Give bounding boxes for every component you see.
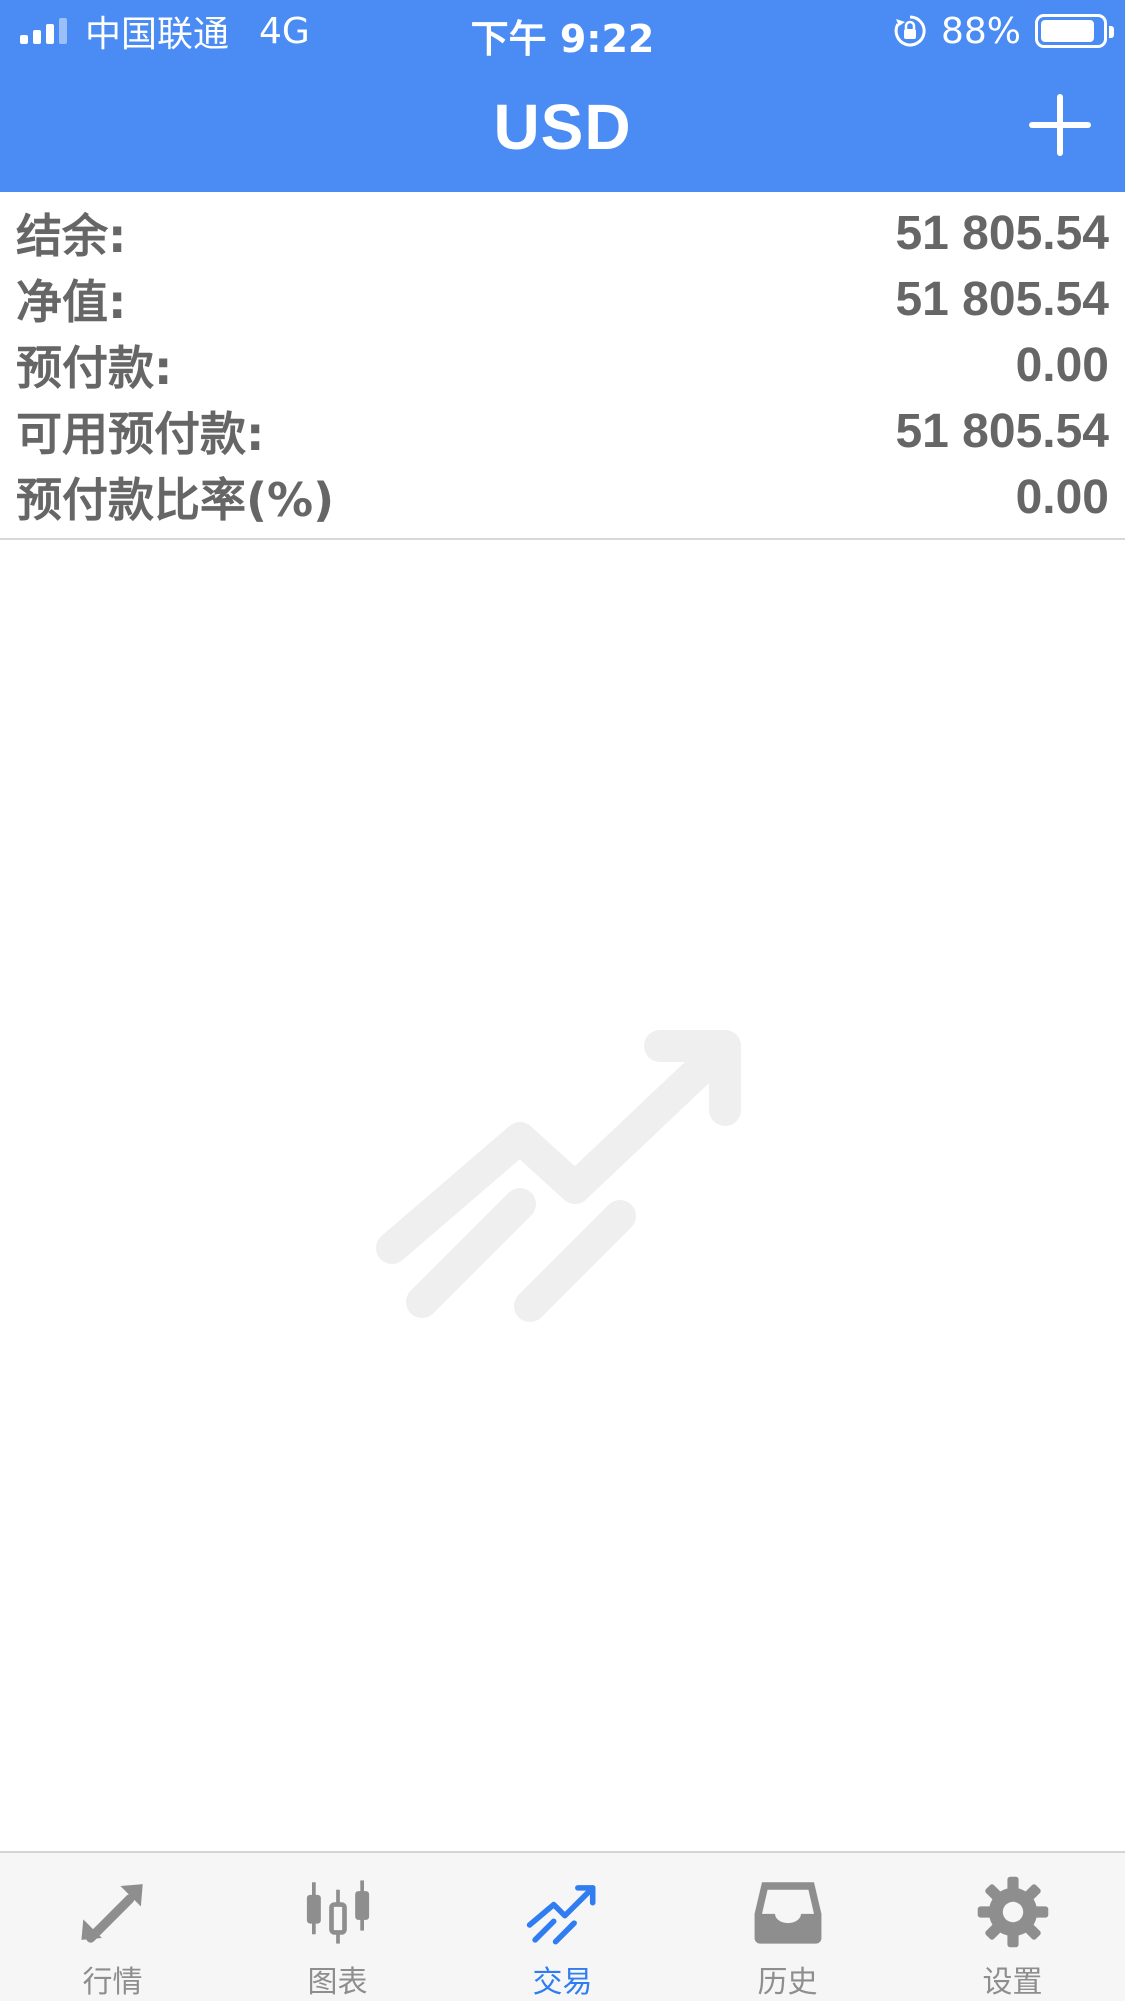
trade-icon	[526, 1885, 596, 1945]
tab-quotes[interactable]: 行情	[0, 1853, 225, 2001]
tab-trade[interactable]: 交易	[450, 1853, 675, 2001]
plus-icon	[1029, 94, 1091, 156]
tab-chart-label: 图表	[307, 1965, 368, 2000]
orientation-lock-icon	[894, 15, 926, 47]
margin-row: 预付款: 0.00	[0, 332, 1125, 398]
tab-history-label: 历史	[757, 1965, 818, 2000]
tab-bar: 行情 图表 交易 历史 设置	[0, 1851, 1125, 2001]
free-margin-value: 51 805.54	[895, 404, 1109, 458]
settings-icon	[977, 1876, 1048, 1948]
margin-label: 预付款:	[16, 341, 173, 395]
battery-icon	[1035, 14, 1114, 48]
margin-level-label: 预付款比率(%)	[16, 473, 335, 527]
battery-level	[1041, 20, 1094, 42]
tab-history[interactable]: 历史	[675, 1853, 900, 2001]
margin-level-value: 0.00	[1015, 470, 1109, 524]
tab-settings[interactable]: 设置	[900, 1853, 1125, 2001]
header: 中国联通 4G 下午 9:22 88% USD	[0, 0, 1125, 192]
tab-quotes-label: 行情	[82, 1965, 143, 2000]
balance-label: 结余:	[16, 209, 127, 263]
free-margin-row: 可用预付款: 51 805.54	[0, 398, 1125, 464]
add-order-button[interactable]	[1025, 90, 1095, 160]
quotes-icon	[80, 1884, 143, 1943]
page-title: USD	[493, 91, 632, 163]
tab-trade-label: 交易	[532, 1965, 593, 2000]
history-icon	[754, 1882, 821, 1944]
equity-label: 净值:	[16, 275, 127, 329]
balance-value: 51 805.54	[895, 206, 1109, 260]
tab-chart[interactable]: 图表	[225, 1853, 450, 2001]
free-margin-label: 可用预付款:	[16, 407, 265, 461]
equity-value: 51 805.54	[895, 272, 1109, 326]
tab-settings-label: 设置	[982, 1965, 1043, 2000]
nav-bar: USD	[0, 62, 1125, 192]
chart-icon	[306, 1880, 369, 1944]
battery-percent: 88%	[940, 10, 1021, 52]
margin-level-row: 预付款比率(%) 0.00	[0, 464, 1125, 530]
trade-trend-icon	[376, 1030, 741, 1322]
trade-screen: 中国联通 4G 下午 9:22 88% USD 结余: 51 805.54 净值…	[0, 0, 1125, 2001]
balance-row: 结余: 51 805.54	[0, 200, 1125, 266]
status-bar: 中国联通 4G 下午 9:22 88%	[0, 0, 1125, 62]
status-right: 88%	[893, 10, 1114, 52]
equity-row: 净值: 51 805.54	[0, 266, 1125, 332]
margin-value: 0.00	[1015, 338, 1109, 392]
account-summary: 结余: 51 805.54 净值: 51 805.54 预付款: 0.00 可用…	[0, 194, 1125, 540]
